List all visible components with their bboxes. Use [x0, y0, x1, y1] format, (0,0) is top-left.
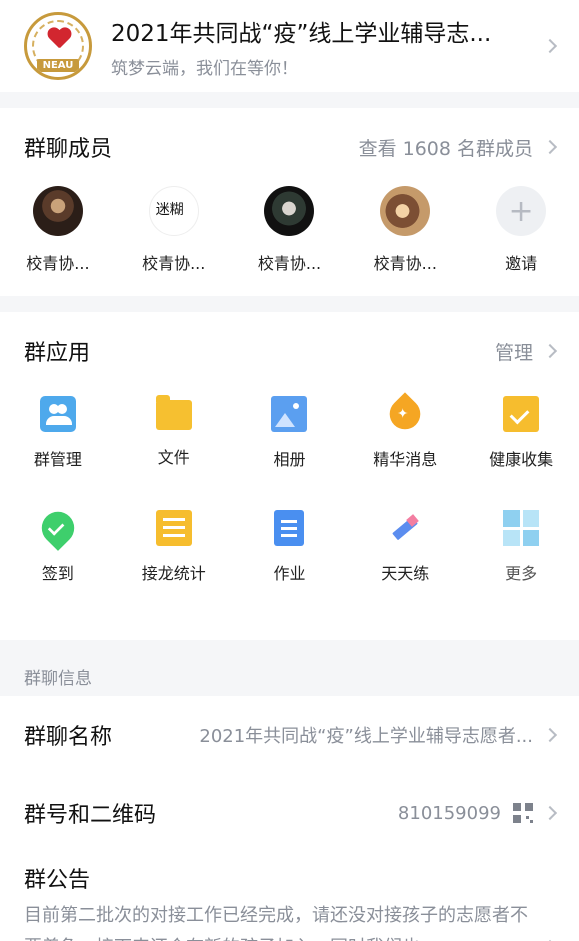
members-header[interactable]: 群聊成员 查看 1608 名群成员 [0, 108, 579, 186]
app-practice[interactable]: 天天练 [347, 504, 463, 618]
app-group-manage[interactable]: 群管理 [0, 390, 116, 504]
group-header[interactable]: NEAU 2021年共同战“疫”线上学业辅导志... 筑梦云端，我们在等你！ [0, 0, 579, 92]
pencil-icon [388, 510, 422, 546]
group-notice-text: 目前第二批次的对接工作已经完成，请还没对接孩子的志愿者不要着急，接下来还会有新的… [24, 905, 528, 941]
chevron-right-icon [542, 805, 558, 821]
member-item[interactable]: 校青协... [0, 186, 116, 296]
group-apps-section: 群应用 管理 群管理 文件 相册 精华消息 健康收集 签到 接龙统计 作业 天天… [0, 312, 579, 640]
group-notice-label: 群公告 [24, 868, 91, 893]
chevron-right-icon [542, 727, 558, 743]
member-name: 校青协... [26, 254, 90, 273]
members-title: 群聊成员 [24, 137, 113, 162]
group-notice-row[interactable]: 群公告 目前第二批次的对接工作已经完成，请还没对接孩子的志愿者不要着急，接下来还… [0, 852, 579, 941]
group-number-row[interactable]: 群号和二维码 810159099 [0, 774, 579, 852]
member-item[interactable]: 校青协... [347, 186, 463, 296]
manage-apps-link[interactable]: 管理 [495, 338, 558, 365]
avatar [264, 186, 315, 236]
app-files[interactable]: 文件 [116, 390, 232, 504]
info-section-label: 群聊信息 [24, 669, 92, 689]
group-number-label: 群号和二维码 [24, 803, 157, 828]
plus-icon: + [496, 186, 547, 236]
chevron-right-icon [542, 38, 558, 54]
group-name-label: 群聊名称 [24, 725, 113, 750]
health-check-icon [503, 396, 540, 432]
album-icon [271, 396, 308, 432]
checkin-pin-icon [34, 505, 81, 551]
avatar: 迷糊 [148, 186, 199, 236]
group-manage-icon [39, 396, 76, 432]
app-health[interactable]: 健康收集 [463, 390, 579, 504]
group-title: 2021年共同战“疫”线上学业辅导志... [111, 20, 492, 47]
member-name: 校青协... [257, 254, 322, 273]
app-essence[interactable]: 精华消息 [347, 390, 463, 504]
chevron-right-icon [542, 139, 558, 155]
app-homework[interactable]: 作业 [232, 504, 348, 618]
invite-button[interactable]: + 邀请 [463, 186, 579, 296]
essence-drop-icon [383, 392, 427, 436]
qr-code-icon [513, 803, 533, 823]
apps-title: 群应用 [24, 341, 91, 366]
chain-list-icon [155, 510, 192, 546]
group-logo-icon: NEAU [24, 12, 92, 80]
member-name: 校青协... [142, 254, 206, 273]
group-name-row[interactable]: 群聊名称 2021年共同战“疫”线上学业辅导志愿者... [0, 696, 579, 774]
members-section: 群聊成员 查看 1608 名群成员 校青协... 迷糊 校青协... 校青协..… [0, 108, 579, 296]
apps-header: 群应用 管理 [0, 312, 579, 390]
group-subtitle: 筑梦云端，我们在等你！ [111, 58, 298, 79]
homework-doc-icon [274, 510, 305, 546]
avatar [380, 186, 431, 236]
group-number-value: 810159099 [397, 802, 501, 824]
group-name-value: 2021年共同战“疫”线上学业辅导志愿者... [199, 726, 533, 747]
chevron-right-icon [542, 343, 558, 359]
member-item[interactable]: 校青协... [232, 186, 348, 296]
app-more[interactable]: 更多 [463, 504, 579, 618]
app-album[interactable]: 相册 [232, 390, 348, 504]
folder-icon [155, 395, 192, 430]
info-section: 群聊名称 2021年共同战“疫”线上学业辅导志愿者... 群号和二维码 8101… [0, 696, 579, 941]
more-grid-icon [503, 510, 540, 546]
member-name: 校青协... [373, 254, 437, 273]
member-item[interactable]: 迷糊 校青协... [116, 186, 232, 296]
avatar [32, 186, 83, 236]
app-checkin[interactable]: 签到 [0, 504, 116, 618]
invite-label: 邀请 [505, 254, 538, 273]
view-all-members-link[interactable]: 查看 1608 名群成员 [359, 134, 558, 161]
app-chain[interactable]: 接龙统计 [116, 504, 232, 618]
